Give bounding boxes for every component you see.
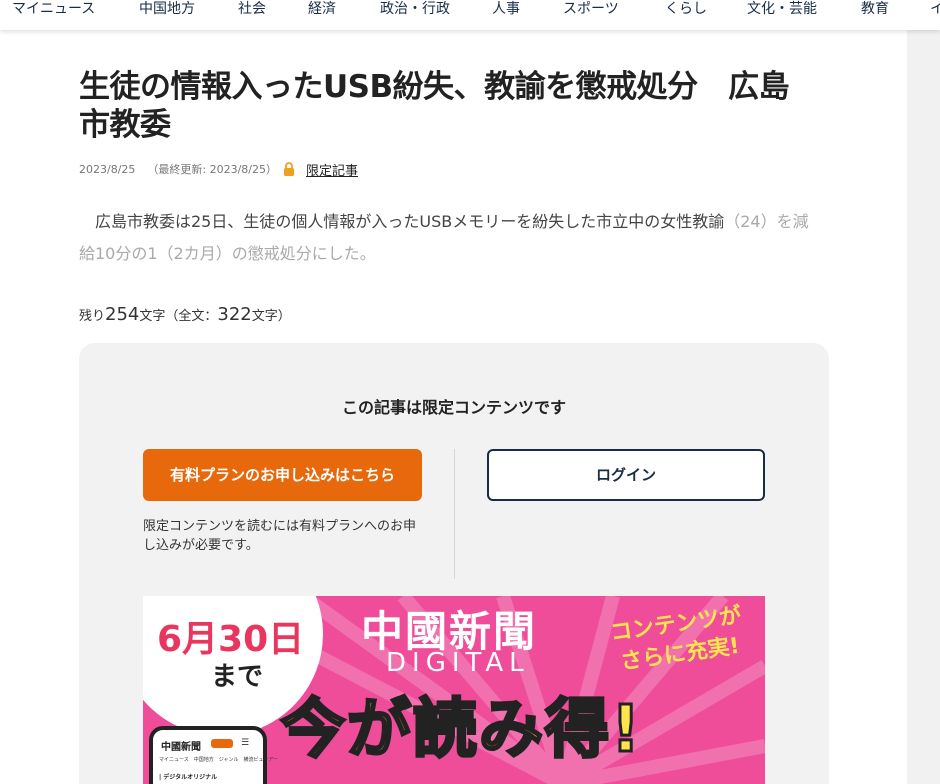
- banner-digital: DIGITAL: [386, 648, 530, 678]
- remain-prefix: 残り: [79, 309, 106, 324]
- total-count: 322: [217, 304, 252, 325]
- divider: [454, 449, 455, 579]
- nav-item[interactable]: 文化・芸能: [747, 0, 817, 18]
- limited-article-link[interactable]: 限定記事: [306, 160, 358, 179]
- scrollbar-track[interactable]: [907, 30, 940, 784]
- article-lead: 広島市教委は25日、生徒の個人情報が入ったUSBメモリーを紛失した市立中の女性教…: [79, 206, 819, 270]
- nav-list: マイニュース 中国地方 社会 経済 政治・行政 人事 スポーツ くらし 文化・芸能 教育 イ: [0, 0, 940, 30]
- nav-item[interactable]: 教育: [861, 0, 889, 18]
- phone-badge: [211, 739, 233, 748]
- remaining-characters: 残り254文字（全文：322文字）: [79, 304, 291, 325]
- nav-item[interactable]: 人事: [492, 0, 520, 18]
- lock-icon: [284, 162, 294, 176]
- banner-headline: 今が読み得!: [279, 692, 643, 769]
- article-meta: 2023/8/25 （最終更新: 2023/8/25）: [79, 161, 277, 177]
- nav-item[interactable]: 社会: [238, 0, 266, 18]
- banner-date: 6月30日: [157, 619, 305, 660]
- phone-section: | デジタルオリジナル: [159, 774, 218, 781]
- lead-visible: 広島市教委は25日、生徒の個人情報が入ったUSBメモリーを紛失した市立中の女性教…: [79, 212, 725, 231]
- phone-mockup: 中國新聞 ☰ マイニュース 中国地方 ジャンル 横流ビューアー | デジタルオリ…: [149, 726, 278, 784]
- banner-until: まで: [211, 662, 264, 692]
- nav-item[interactable]: イ: [930, 0, 940, 18]
- phone-logo: 中國新聞: [161, 742, 201, 753]
- nav-item[interactable]: スポーツ: [563, 0, 619, 18]
- article-title: 生徒の情報入ったUSB紛失、教諭を懲戒処分 広島市教委: [79, 69, 790, 143]
- subscribe-button[interactable]: 有料プランのお申し込みはこちら: [143, 449, 422, 501]
- menu-icon: ☰: [241, 738, 250, 748]
- top-nav: マイニュース 中国地方 社会 経済 政治・行政 人事 スポーツ くらし 文化・芸能 教育 イ: [0, 0, 940, 30]
- publish-date: 2023/8/25: [79, 163, 136, 176]
- nav-item[interactable]: マイニュース: [12, 0, 95, 18]
- nav-item[interactable]: くらし: [665, 0, 707, 18]
- nav-item[interactable]: 政治・行政: [380, 0, 450, 18]
- promo-banner[interactable]: 6月30日 まで 中國新聞 DIGITAL コンテンツがさらに充実! 今が読み得…: [143, 596, 765, 784]
- nav-item[interactable]: 中国地方: [139, 0, 195, 18]
- login-button[interactable]: ログイン: [487, 449, 765, 501]
- remain-count: 254: [105, 304, 140, 325]
- updated-date: （最終更新: 2023/8/25）: [147, 163, 278, 176]
- remain-suffix: 文字）: [251, 309, 291, 324]
- nav-item[interactable]: 経済: [308, 0, 336, 18]
- remain-mid: 文字（全文：: [139, 309, 218, 324]
- phone-tabs: マイニュース 中国地方 ジャンル 横流ビューアー: [159, 757, 279, 763]
- paywall-note: 限定コンテンツを読むには有料プランへのお申し込みが必要です。: [143, 519, 417, 553]
- paywall-title: この記事は限定コンテンツです: [341, 398, 566, 417]
